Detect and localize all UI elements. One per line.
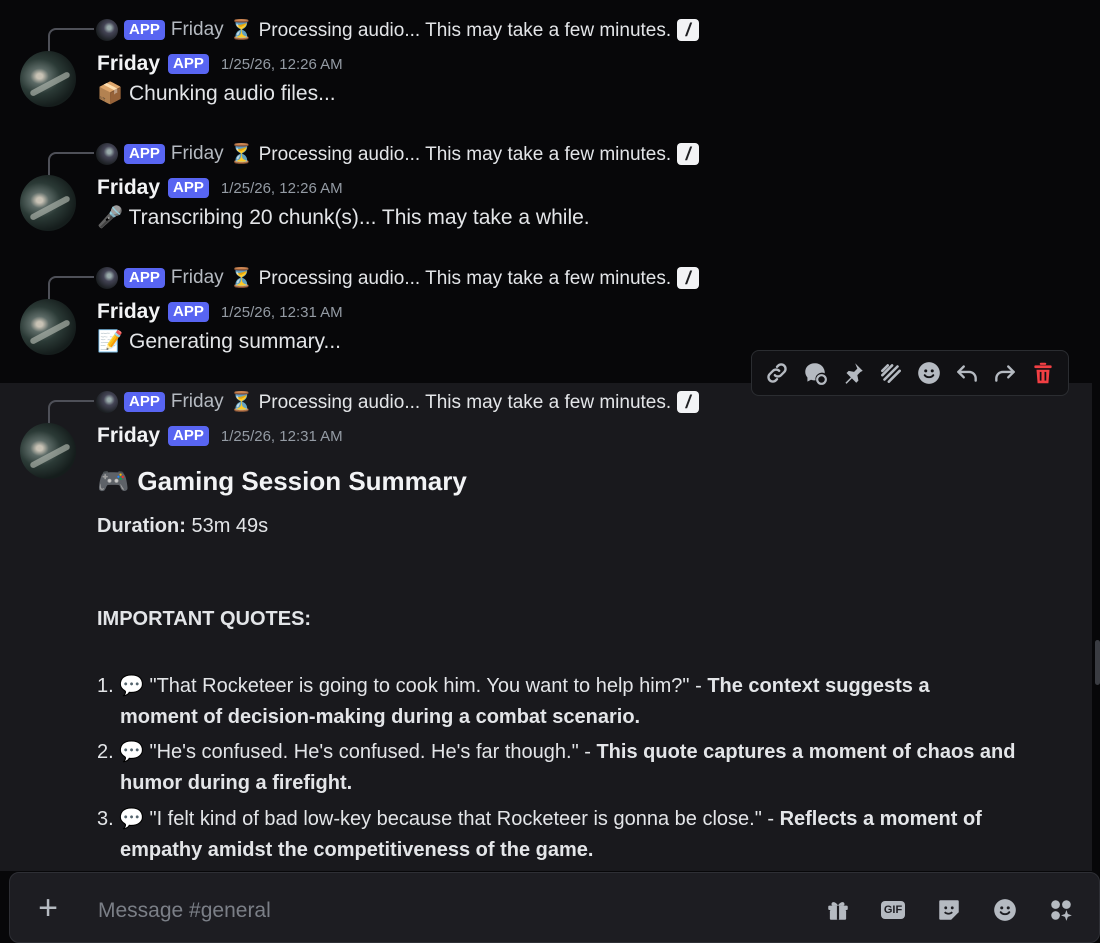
message-content: 📝 Generating summary... <box>97 330 342 353</box>
timestamp: 1/25/26, 12:31 AM <box>220 427 343 445</box>
reply-spine <box>48 152 94 176</box>
speech-bubble-icon: 💬 <box>119 808 144 830</box>
slash-command-icon: / <box>677 143 700 165</box>
avatar[interactable] <box>20 299 76 355</box>
author-name[interactable]: Friday <box>97 176 160 200</box>
speech-bubble-icon: 💬 <box>119 675 144 697</box>
plus-icon[interactable]: + <box>34 891 62 925</box>
super-reaction-icon[interactable] <box>876 358 906 388</box>
timestamp: 1/25/26, 12:26 AM <box>220 55 343 73</box>
avatar[interactable] <box>20 175 76 231</box>
app-badge: APP <box>124 268 165 288</box>
reply-avatar <box>96 143 118 165</box>
author-name[interactable]: Friday <box>97 424 160 448</box>
avatar[interactable] <box>20 51 76 107</box>
reply-author: Friday <box>170 19 224 40</box>
emoji-icon[interactable] <box>914 358 944 388</box>
duration-label: Duration: <box>97 515 186 537</box>
duration-value: 53m 49s <box>191 515 269 537</box>
quote-context: This quote captures a moment of chaos an… <box>596 741 1016 763</box>
app-badge: APP <box>168 54 209 74</box>
message-header: Friday APP 1/25/26, 12:31 AM <box>97 424 343 448</box>
author-name[interactable]: Friday <box>97 52 160 76</box>
message-content: 🎤 Transcribing 20 chunk(s)... This may t… <box>97 206 590 229</box>
avatar[interactable] <box>20 423 76 479</box>
quote-number: 3. <box>97 808 114 830</box>
message-header: Friday APP 1/25/26, 12:31 AM <box>97 300 343 324</box>
gift-icon[interactable] <box>824 897 852 923</box>
gif-icon[interactable]: GIF <box>879 897 907 923</box>
quote-text: "That Rocketeer is going to cook him. Yo… <box>149 675 708 697</box>
slash-command-icon: / <box>677 267 700 289</box>
slash-command-icon: / <box>677 19 700 41</box>
app-badge: APP <box>124 392 165 412</box>
emoji-icon[interactable] <box>991 897 1019 923</box>
reply-preview[interactable]: APP Friday ⏳ Processing audio... This ma… <box>48 390 700 424</box>
reply-spine <box>48 400 94 424</box>
slash-command-icon: / <box>677 391 700 413</box>
message-actions-toolbar <box>751 350 1069 396</box>
message-composer: + Message #general GIF <box>9 872 1100 943</box>
message-header: Friday APP 1/25/26, 12:26 AM <box>97 52 343 76</box>
quote-item: 2. 💬 "He's confused. He's confused. He's … <box>97 737 1072 799</box>
app-badge: APP <box>168 426 209 446</box>
quote-context: Reflects a moment of <box>779 808 982 830</box>
summary-title: Gaming Session Summary <box>137 466 467 496</box>
author-name[interactable]: Friday <box>97 300 160 324</box>
reply-text: ⏳ Processing audio... This may take a fe… <box>229 392 672 413</box>
forward-icon[interactable] <box>990 358 1020 388</box>
reply-author: Friday <box>170 143 224 164</box>
message-content: 📦 Chunking audio files... <box>97 82 336 105</box>
delete-icon[interactable] <box>1028 358 1058 388</box>
reply-preview[interactable]: APP Friday ⏳ Processing audio... This ma… <box>48 266 700 300</box>
reply-preview[interactable]: APP Friday ⏳ Processing audio... This ma… <box>48 142 700 176</box>
quote-item: 3. 💬 "I felt kind of bad low-key because … <box>97 804 1072 866</box>
reply-author: Friday <box>170 391 224 412</box>
reply-icon[interactable] <box>952 358 982 388</box>
quote-text: "I felt kind of bad low-key because that… <box>149 808 780 830</box>
quote-number: 1. <box>97 675 114 697</box>
message: APP Friday ⏳ Processing audio... This ma… <box>0 0 1092 124</box>
pin-icon[interactable] <box>838 358 868 388</box>
quote-item: 1. 💬 "That Rocketeer is going to cook him… <box>97 671 1072 733</box>
app-badge: APP <box>124 144 165 164</box>
reply-author: Friday <box>170 267 224 288</box>
quote-context-continued: empathy amidst the competitiveness of th… <box>120 839 594 861</box>
quote-context-continued: moment of decision-making during a comba… <box>120 706 641 728</box>
reply-text: ⏳ Processing audio... This may take a fe… <box>229 268 672 289</box>
summary-heading: 🎮 Gaming Session Summary <box>97 466 467 497</box>
reply-avatar <box>96 19 118 41</box>
reply-text: ⏳ Processing audio... This may take a fe… <box>229 144 672 165</box>
app-badge: APP <box>124 20 165 40</box>
reply-spine <box>48 28 94 52</box>
reply-spine <box>48 276 94 300</box>
quote-context-continued: humor during a firefight. <box>120 772 353 794</box>
message: APP Friday ⏳ Processing audio... This ma… <box>0 124 1092 248</box>
quote-context: The context suggests a <box>707 675 930 697</box>
speech-bubble-icon: 💬 <box>119 741 144 763</box>
app-badge: APP <box>168 302 209 322</box>
timestamp: 1/25/26, 12:26 AM <box>220 179 343 197</box>
reply-preview[interactable]: APP Friday ⏳ Processing audio... This ma… <box>48 18 700 52</box>
duration-line: Duration: 53m 49s <box>97 515 268 538</box>
quotes-heading: IMPORTANT QUOTES: <box>97 608 312 630</box>
thread-icon[interactable] <box>800 358 830 388</box>
reply-avatar <box>96 391 118 413</box>
timestamp: 1/25/26, 12:31 AM <box>220 303 343 321</box>
message-header: Friday APP 1/25/26, 12:26 AM <box>97 176 343 200</box>
link-icon[interactable] <box>762 358 792 388</box>
app-badge: APP <box>168 178 209 198</box>
gamepad-icon: 🎮 <box>97 466 130 496</box>
reply-avatar <box>96 267 118 289</box>
message-input[interactable]: Message #general <box>98 899 271 923</box>
quote-text: "He's confused. He's confused. He's far … <box>149 741 597 763</box>
reply-text: ⏳ Processing audio... This may take a fe… <box>229 20 672 41</box>
sticker-icon[interactable] <box>935 897 963 923</box>
quote-number: 2. <box>97 741 114 763</box>
scrollbar-thumb[interactable] <box>1095 640 1100 685</box>
apps-icon[interactable] <box>1047 897 1075 923</box>
